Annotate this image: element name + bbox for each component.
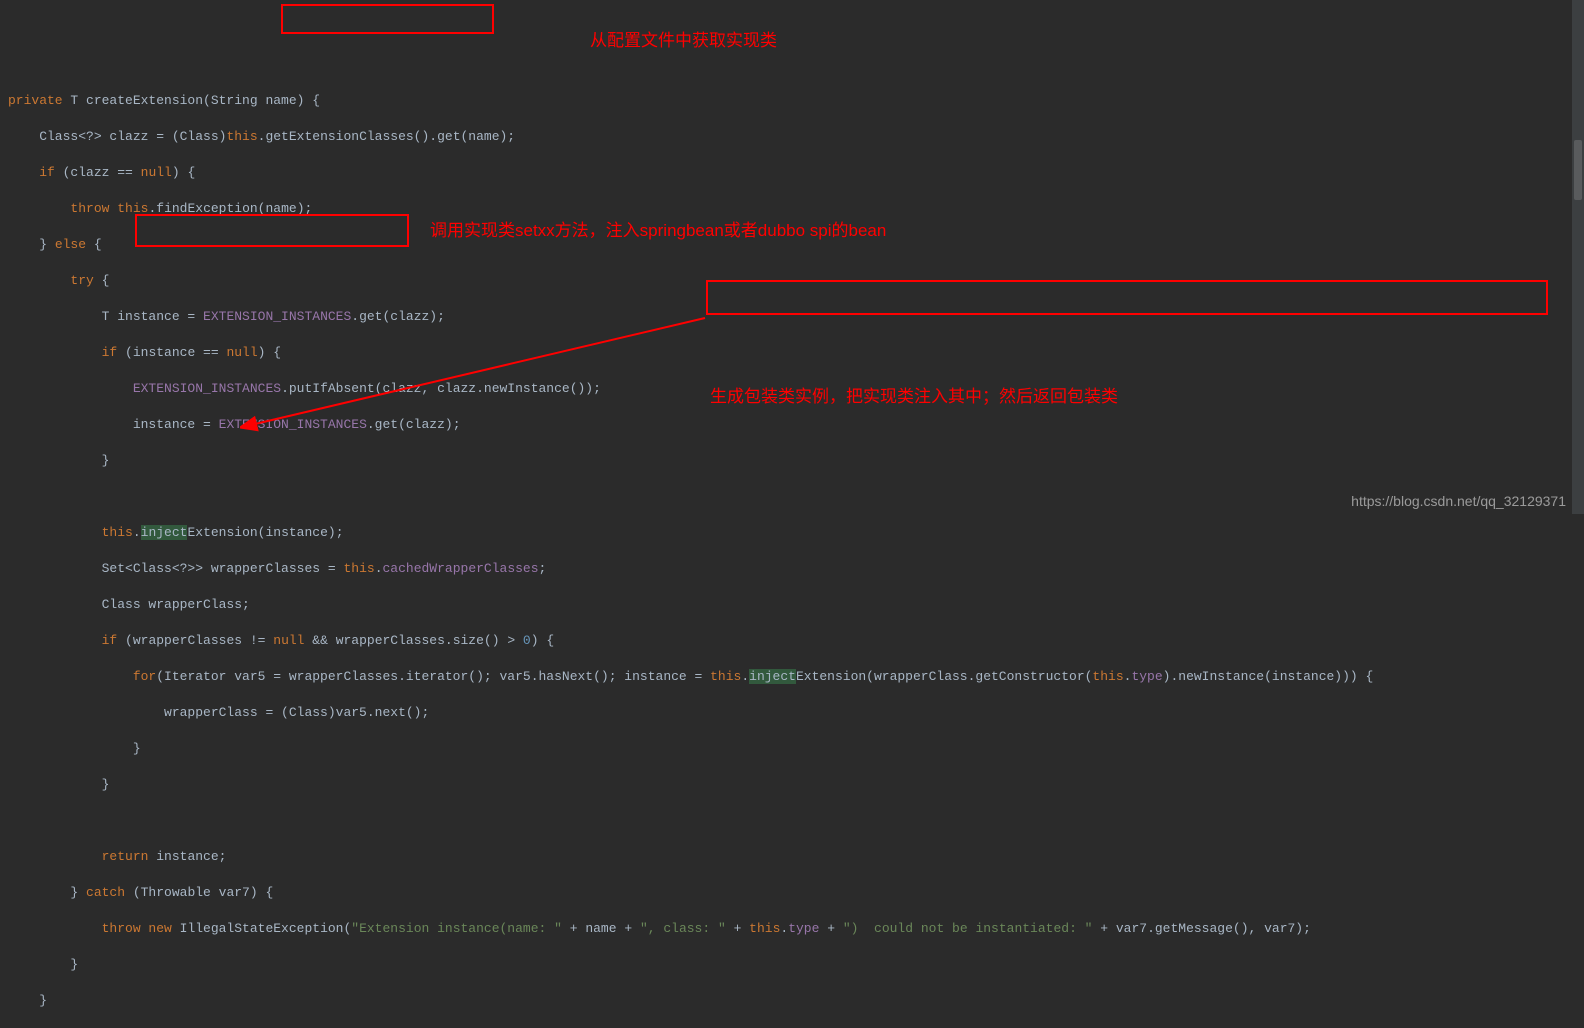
string-literal: ") could not be instantiated: ": [843, 921, 1093, 936]
code-line: }: [8, 956, 1576, 974]
highlight-box-1: [281, 4, 494, 34]
code-line: }: [8, 740, 1576, 758]
string-literal: ", class: ": [640, 921, 726, 936]
annotation-1: 从配置文件中获取实现类: [590, 32, 777, 50]
annotation-3: 生成包装类实例，把实现类注入其中；然后返回包装类: [710, 388, 1118, 406]
code-line: throw new IllegalStateException("Extensi…: [8, 920, 1576, 938]
code-line: [8, 812, 1576, 830]
scrollbar-thumb[interactable]: [1574, 140, 1582, 200]
code-line: Class<?> clazz = (Class)this.getExtensio…: [8, 128, 1576, 146]
code-line: for(Iterator var5 = wrapperClasses.itera…: [8, 668, 1576, 686]
code-line: return instance;: [8, 848, 1576, 866]
watermark: https://blog.csdn.net/qq_32129371: [1351, 492, 1566, 510]
code-line: wrapperClass = (Class)var5.next();: [8, 704, 1576, 722]
code-line: }: [8, 452, 1576, 470]
code-editor[interactable]: private T createExtension(String name) {…: [0, 72, 1584, 1028]
code-line: private T createExtension(String name) {: [8, 92, 1576, 110]
code-line: if (clazz == null) {: [8, 164, 1576, 182]
code-line: [8, 488, 1576, 506]
vertical-scrollbar[interactable]: [1572, 0, 1584, 514]
code-line: if (instance == null) {: [8, 344, 1576, 362]
code-line: this.injectExtension(instance);: [8, 524, 1576, 542]
code-line: T instance = EXTENSION_INSTANCES.get(cla…: [8, 308, 1576, 326]
code-line: } catch (Throwable var7) {: [8, 884, 1576, 902]
code-line: Class wrapperClass;: [8, 596, 1576, 614]
code-line: throw this.findException(name);: [8, 200, 1576, 218]
code-line: instance = EXTENSION_INSTANCES.get(clazz…: [8, 416, 1576, 434]
annotation-2: 调用实现类setxx方法，注入springbean或者dubbo spi的bea…: [430, 222, 886, 240]
string-literal: "Extension instance(name: ": [351, 921, 562, 936]
highlight-inject: inject: [749, 669, 796, 684]
code-line: }: [8, 776, 1576, 794]
code-line: }: [8, 992, 1576, 1010]
code-line: Set<Class<?>> wrapperClasses = this.cach…: [8, 560, 1576, 578]
code-line: if (wrapperClasses != null && wrapperCla…: [8, 632, 1576, 650]
highlight-inject: inject: [141, 525, 188, 540]
code-line: try {: [8, 272, 1576, 290]
